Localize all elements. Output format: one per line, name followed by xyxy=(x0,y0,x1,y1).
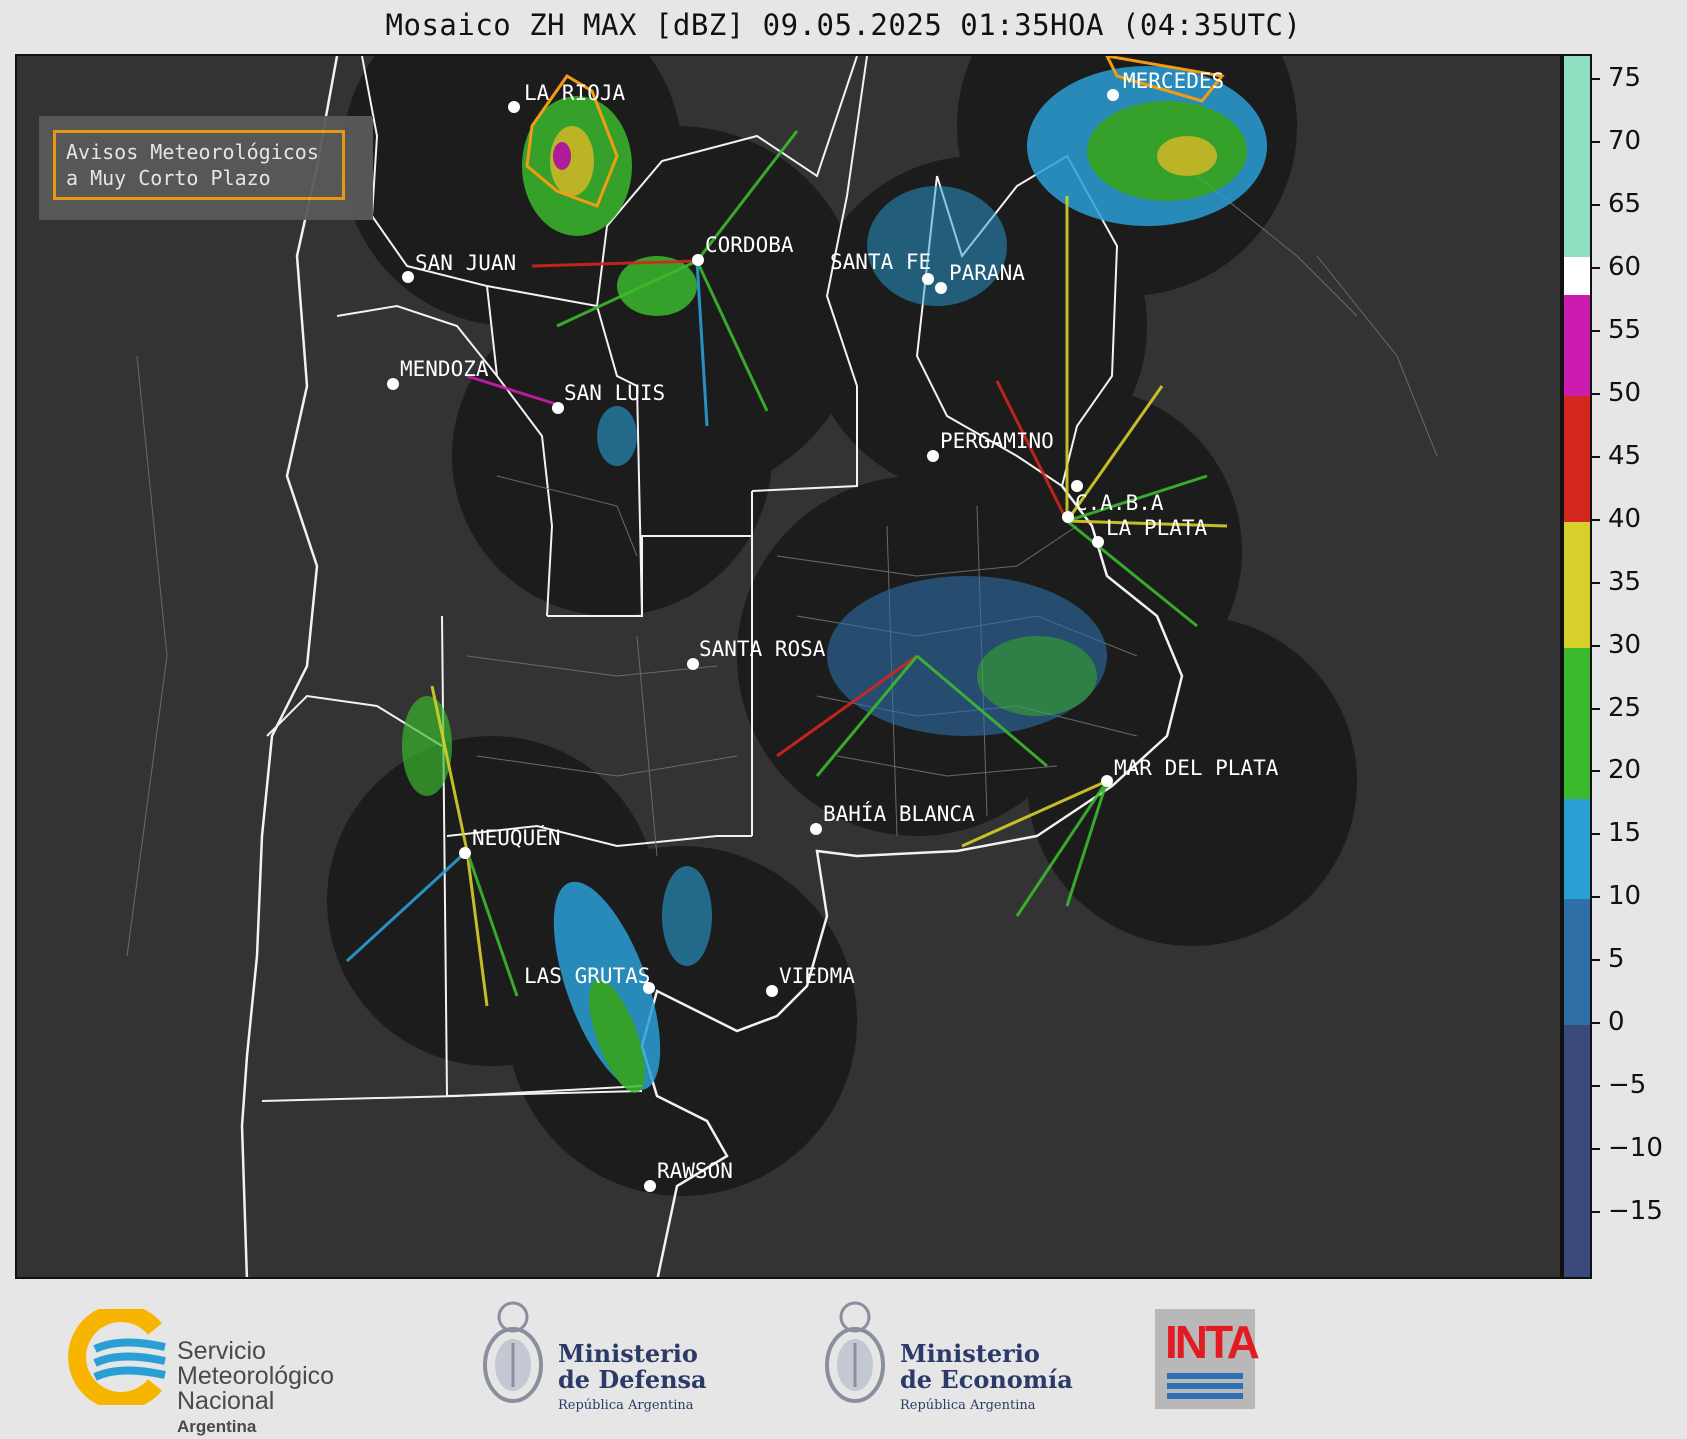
smn-logo: Servicio Meteorológico Nacional Argentin… xyxy=(65,1304,385,1436)
marker-san-juan xyxy=(402,271,414,283)
colorbar-tick-label: −15 xyxy=(1592,1196,1663,1226)
economia-line3: República Argentina xyxy=(900,1398,1036,1413)
city-label: SAN JUAN xyxy=(415,251,516,275)
city-label: NEUQUÉN xyxy=(472,825,561,850)
inta-stripe xyxy=(1167,1393,1243,1399)
inta-logo-text: INTA xyxy=(1165,1316,1260,1368)
marker-bahia-blanca xyxy=(810,823,822,835)
inta-stripe xyxy=(1167,1383,1243,1389)
marker-san-luis xyxy=(552,402,564,414)
city-label: MAR DEL PLATA xyxy=(1114,756,1279,780)
colorbar xyxy=(1562,54,1592,1279)
alert-legend-box[interactable]: Avisos Meteorológicos a Muy Corto Plazo xyxy=(39,116,373,220)
colorbar-tick-label: 0 xyxy=(1592,1007,1625,1037)
colorbar-tick-label: 20 xyxy=(1592,755,1641,785)
defensa-logo: Ministerio de Defensa República Argentin… xyxy=(478,1299,738,1419)
smn-line2: Meteorológico xyxy=(177,1362,335,1390)
city-label: LAS GRUTAS xyxy=(524,964,650,988)
city-label: PERGAMINO xyxy=(940,429,1054,453)
colorbar-segment xyxy=(1564,899,1590,1026)
city-label: BAHÍA BLANCA xyxy=(823,801,975,826)
colorbar-tick-label: 10 xyxy=(1592,881,1641,911)
defensa-line2: de Defensa xyxy=(558,1365,707,1394)
colorbar-tick-label: 70 xyxy=(1592,126,1641,156)
defensa-line3: República Argentina xyxy=(558,1398,694,1413)
city-label: PARANA xyxy=(949,261,1025,285)
colorbar-tick-label: 45 xyxy=(1592,441,1641,471)
colorbar-ticks: 75 70 65 60 55 50 45 40 35 30 25 20 15 10 5 0 −5 −10 −15 xyxy=(1592,54,1687,1279)
city-label: SANTA FE xyxy=(830,250,931,274)
defensa-line1: Ministerio xyxy=(558,1339,698,1368)
map-title: Mosaico ZH MAX [dBZ] 09.05.2025 01:35HOA… xyxy=(385,8,1302,42)
economia-logo-text: Ministerio de Economía República Argenti… xyxy=(900,1341,1073,1419)
colorbar-tick-label: 50 xyxy=(1592,378,1641,408)
city-label: RAWSON xyxy=(657,1159,733,1183)
defensa-logo-text: Ministerio de Defensa República Argentin… xyxy=(558,1341,707,1419)
economia-line1: Ministerio xyxy=(900,1339,1040,1368)
alert-legend-frame: Avisos Meteorológicos a Muy Corto Plazo xyxy=(53,130,345,200)
colorbar-segment xyxy=(1564,521,1590,648)
colorbar-segment xyxy=(1564,647,1590,799)
colorbar-tick-label: 40 xyxy=(1592,504,1641,534)
marker-rawson xyxy=(644,1180,656,1192)
colorbar-tick-label: 5 xyxy=(1592,944,1625,974)
marker-caba-2 xyxy=(1062,511,1074,523)
marker-la-rioja xyxy=(508,101,520,113)
colorbar-tick-label: 55 xyxy=(1592,315,1641,345)
city-label: VIEDMA xyxy=(779,964,855,988)
colorbar-tick-label: 75 xyxy=(1592,63,1641,93)
marker-mar-del-plata xyxy=(1101,775,1113,787)
smn-line1: Servicio xyxy=(177,1337,266,1365)
inta-stripe xyxy=(1167,1373,1243,1379)
colorbar-segment xyxy=(1564,395,1590,522)
colorbar-segment xyxy=(1564,295,1590,396)
colorbar-tick-label: 60 xyxy=(1592,252,1641,282)
argentina-coat-of-arms-icon xyxy=(483,1301,543,1403)
city-label: LA PLATA xyxy=(1106,516,1208,540)
marker-mendoza xyxy=(387,378,399,390)
colorbar-tick-label: 15 xyxy=(1592,818,1641,848)
colorbar-tick-label: 35 xyxy=(1592,567,1641,597)
logo-footer: Servicio Meteorológico Nacional Argentin… xyxy=(0,1279,1687,1438)
colorbar-tick-label: 30 xyxy=(1592,630,1641,660)
argentina-coat-of-arms-icon xyxy=(825,1301,885,1403)
marker-viedma xyxy=(766,985,778,997)
marker-santa-fe xyxy=(922,273,934,285)
city-label: SANTA ROSA xyxy=(699,637,826,661)
smn-line4: Argentina xyxy=(177,1417,257,1436)
city-label: SAN LUIS xyxy=(564,381,665,405)
colorbar-tick-label: −10 xyxy=(1592,1133,1663,1163)
colorbar-tick-label: 25 xyxy=(1592,693,1641,723)
marker-cordoba xyxy=(692,254,704,266)
city-label: C.A.B.A xyxy=(1075,491,1164,515)
radar-map-canvas: LA RIOJA MERCEDES CORDOBA SAN JUAN SANTA… xyxy=(17,56,1560,1277)
city-label: MERCEDES xyxy=(1123,69,1224,93)
colorbar-tick-label: 65 xyxy=(1592,189,1641,219)
marker-pergamino xyxy=(927,450,939,462)
city-label: LA RIOJA xyxy=(524,81,626,105)
marker-parana xyxy=(935,282,947,294)
colorbar-segment xyxy=(1564,56,1590,258)
marker-santa-rosa xyxy=(687,658,699,670)
city-label: CORDOBA xyxy=(705,233,794,257)
colorbar-segment xyxy=(1564,257,1590,296)
smn-emblem-icon xyxy=(68,1304,166,1410)
city-label: MENDOZA xyxy=(400,357,489,381)
colorbar-segment xyxy=(1564,798,1590,900)
economia-line2: de Economía xyxy=(900,1365,1073,1394)
marker-mercedes xyxy=(1107,89,1119,101)
colorbar-tick-label: −5 xyxy=(1592,1070,1646,1100)
colorbar-segment xyxy=(1564,1025,1590,1277)
economia-logo: Ministerio de Economía República Argenti… xyxy=(820,1299,1080,1419)
radar-map[interactable]: LA RIOJA MERCEDES CORDOBA SAN JUAN SANTA… xyxy=(15,54,1562,1279)
alert-legend-line1: Avisos Meteorológicos xyxy=(66,140,319,164)
smn-logo-text: Servicio Meteorológico Nacional Argentin… xyxy=(177,1339,334,1439)
marker-la-plata xyxy=(1092,536,1104,548)
alert-legend-line2: a Muy Corto Plazo xyxy=(66,166,271,190)
smn-line3: Nacional xyxy=(177,1387,275,1415)
inta-logo: INTA xyxy=(1155,1309,1260,1409)
marker-neuquen xyxy=(459,847,471,859)
